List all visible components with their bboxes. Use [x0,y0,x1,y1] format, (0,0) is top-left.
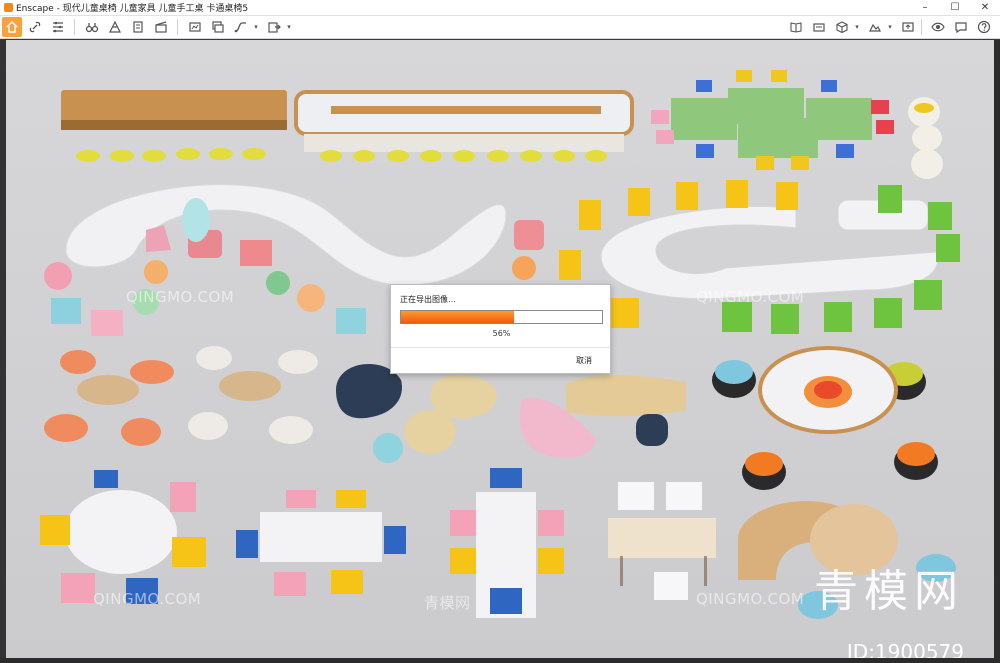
path-dropdown-chevron-icon[interactable]: ▾ [251,17,261,37]
viewport-bottom-border [0,658,1000,663]
enscape-toolbar: ▾ ▾ ▾ ▾ [0,16,1000,39]
cube-icon[interactable] [832,17,852,37]
title-bar: Enscape - 现代儿童桌椅 儿童家具 儿童手工桌 卡通桌椅5 – ☐ ✕ [0,0,1000,16]
panorama-icon[interactable] [809,17,829,37]
close-button[interactable]: ✕ [970,0,1000,16]
cancel-button[interactable]: 取消 [576,355,592,366]
export-status-message: 正在导出图像… [400,295,456,304]
export-icon[interactable] [264,17,284,37]
link-icon[interactable] [25,17,45,37]
asset-icon[interactable] [865,17,885,37]
cube-dropdown-chevron-icon[interactable]: ▾ [852,17,862,37]
export-progress-percent: 56% [492,329,511,338]
feedback-icon[interactable] [951,17,971,37]
settings-list-icon[interactable] [48,17,68,37]
book-icon[interactable] [786,17,806,37]
screenshot-icon[interactable] [185,17,205,37]
watermark-chinese-large: 青模网 [814,566,964,617]
window-title: Enscape - 现代儿童桌椅 儿童家具 儿童手工桌 卡通桌椅5 [16,4,249,14]
viewport-right-border [994,40,1000,663]
building-icon[interactable] [128,17,148,37]
maximize-button[interactable]: ☐ [940,0,970,16]
export-progress-fill [401,311,514,323]
asset-dropdown-chevron-icon[interactable]: ▾ [885,17,895,37]
perspective-icon[interactable] [105,17,125,37]
dialog-divider [391,347,610,348]
minimize-button[interactable]: – [910,0,940,16]
path-icon[interactable] [231,17,251,37]
batch-render-icon[interactable] [208,17,228,37]
export-progress-bar [400,310,603,324]
home-icon[interactable] [2,17,22,37]
enscape-logo-icon [4,3,13,12]
export-dropdown-chevron-icon[interactable]: ▾ [284,17,294,37]
video-icon[interactable] [151,17,171,37]
binoculars-icon[interactable] [82,17,102,37]
help-icon[interactable] [974,17,994,37]
export-progress-dialog: 正在导出图像… 56% 取消 [390,284,611,374]
visibility-icon[interactable] [928,17,948,37]
upload-icon[interactable] [898,17,918,37]
watermark-id-label: ID:1900579 [846,640,964,658]
